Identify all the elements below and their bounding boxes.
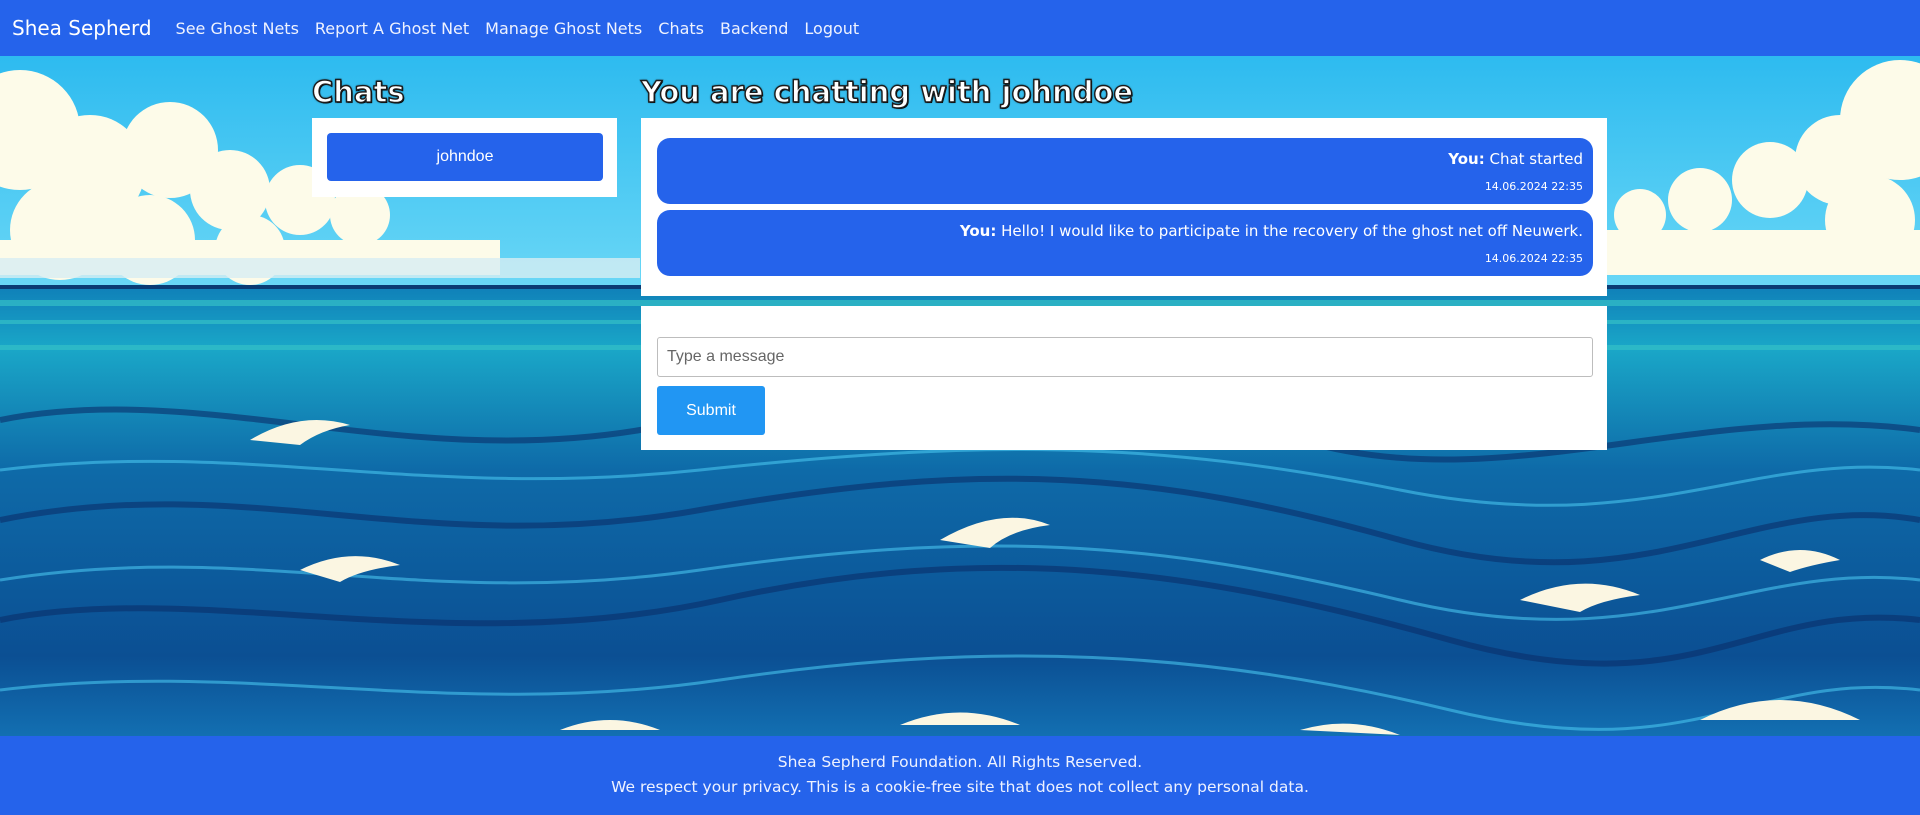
- message-line: You: Hello! I would like to participate …: [960, 222, 1583, 240]
- nav-chats[interactable]: Chats: [658, 19, 704, 38]
- message-line: You: Chat started: [1448, 150, 1583, 168]
- contact-johndoe-button[interactable]: johndoe: [327, 133, 603, 181]
- chat-list-panel: johndoe: [312, 118, 617, 197]
- message-text: Chat started: [1489, 150, 1583, 168]
- messages-panel: You: Chat started 14.06.2024 22:35 You: …: [641, 118, 1607, 296]
- chat-heading: You are chatting with johndoe: [640, 75, 1134, 109]
- nav-manage-ghost-nets[interactable]: Manage Ghost Nets: [485, 19, 642, 38]
- message-bubble: You: Hello! I would like to participate …: [657, 210, 1593, 276]
- brand-link[interactable]: Shea Sepherd: [12, 16, 152, 40]
- submit-button[interactable]: Submit: [657, 386, 765, 435]
- footer: Shea Sepherd Foundation. All Rights Rese…: [0, 736, 1920, 815]
- nav-logout[interactable]: Logout: [804, 19, 859, 38]
- message-timestamp: 14.06.2024 22:35: [1484, 180, 1583, 193]
- message-sender: You:: [959, 222, 997, 240]
- message-bubble: You: Chat started 14.06.2024 22:35: [657, 138, 1593, 204]
- message-input[interactable]: [657, 337, 1593, 377]
- nav-report-ghost-net[interactable]: Report A Ghost Net: [315, 19, 469, 38]
- message-sender: You:: [1448, 150, 1485, 168]
- message-composer: Submit: [641, 306, 1607, 450]
- message-text: Hello! I would like to participate in th…: [1001, 222, 1583, 240]
- message-timestamp: 14.06.2024 22:35: [1484, 252, 1583, 265]
- footer-privacy-note: We respect your privacy. This is a cooki…: [611, 778, 1309, 796]
- chats-heading: Chats: [311, 75, 405, 109]
- footer-copyright: Shea Sepherd Foundation. All Rights Rese…: [777, 753, 1143, 771]
- nav-backend[interactable]: Backend: [720, 19, 788, 38]
- nav-see-ghost-nets[interactable]: See Ghost Nets: [176, 19, 299, 38]
- navbar: Shea Sepherd See Ghost Nets Report A Gho…: [0, 0, 1920, 56]
